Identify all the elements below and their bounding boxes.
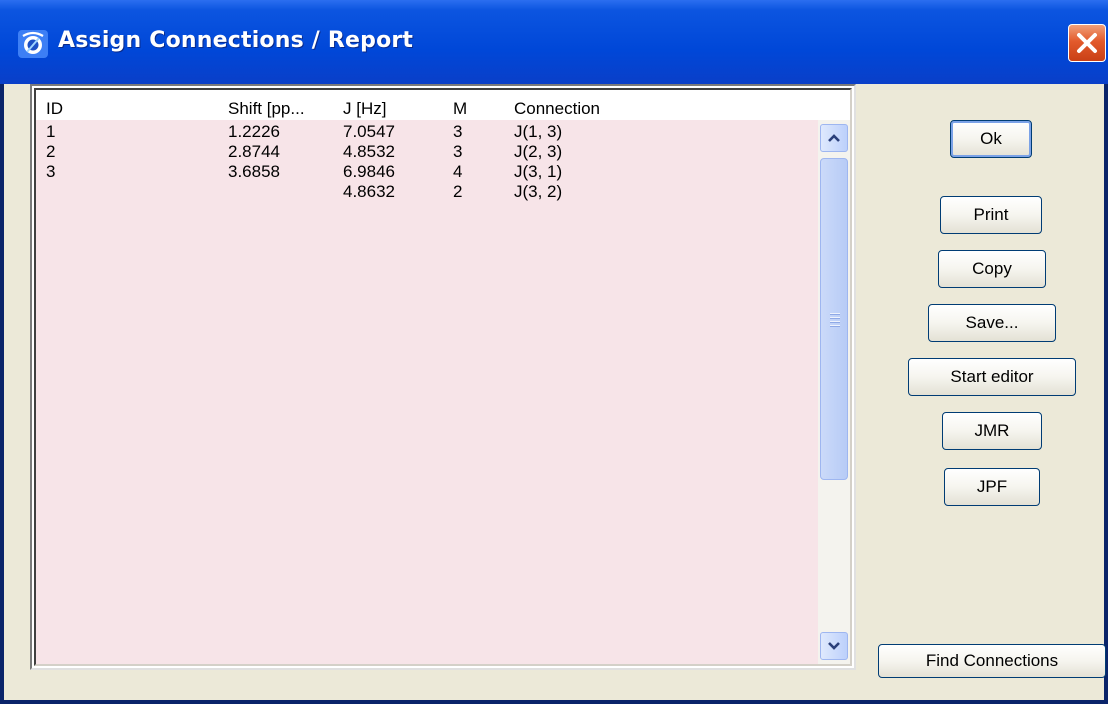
table-header: ID Shift [pp... J [Hz] M Connection <box>36 90 850 120</box>
print-button[interactable]: Print <box>940 196 1042 234</box>
copy-button[interactable]: Copy <box>938 250 1046 288</box>
ok-button[interactable]: Ok <box>950 120 1032 158</box>
chevron-down-icon <box>828 642 840 650</box>
cell-m: 3 <box>453 122 463 141</box>
cell-m: 3 <box>453 142 463 161</box>
cell-id: 2 <box>46 142 56 161</box>
cell-j: 4.8532 <box>343 142 395 161</box>
jpf-button[interactable]: JPF <box>944 468 1040 506</box>
cell-connection: J(3, 2) <box>514 182 563 201</box>
scroll-up-button[interactable] <box>820 124 848 152</box>
cell-id: 1 <box>46 122 56 141</box>
app-icon <box>18 30 48 58</box>
report-table: ID Shift [pp... J [Hz] M Connection 1 1.… <box>30 84 856 670</box>
cell-j: 4.8632 <box>343 182 395 201</box>
column-header-id[interactable]: ID <box>46 99 63 119</box>
cell-connection: J(2, 3) <box>514 142 563 161</box>
grip-icon <box>830 313 840 327</box>
close-button[interactable] <box>1068 24 1106 62</box>
column-header-j[interactable]: J [Hz] <box>343 99 386 119</box>
cell-connection: J(3, 1) <box>514 162 563 181</box>
close-icon <box>1077 33 1097 53</box>
cell-connection: J(1, 3) <box>514 122 563 141</box>
jmr-button[interactable]: JMR <box>942 412 1042 450</box>
dialog-window: Assign Connections / Report ID Shift [pp… <box>0 0 1108 704</box>
dialog-content: ID Shift [pp... J [Hz] M Connection 1 1.… <box>4 84 1106 700</box>
column-header-m[interactable]: M <box>453 99 467 119</box>
chevron-up-icon <box>828 134 840 142</box>
cell-shift: 3.6858 <box>228 162 280 181</box>
column-header-connection[interactable]: Connection <box>514 99 600 119</box>
cell-j: 6.9846 <box>343 162 395 181</box>
cell-id: 3 <box>46 162 56 181</box>
table-frame: ID Shift [pp... J [Hz] M Connection 1 1.… <box>34 88 852 666</box>
vertical-scrollbar[interactable] <box>818 120 850 664</box>
save-button[interactable]: Save... <box>928 304 1056 342</box>
cell-m: 2 <box>453 182 463 201</box>
scroll-thumb[interactable] <box>820 158 848 480</box>
scroll-down-button[interactable] <box>820 632 848 660</box>
cell-j: 7.0547 <box>343 122 395 141</box>
cell-m: 4 <box>453 162 463 181</box>
column-header-shift[interactable]: Shift [pp... <box>228 99 305 119</box>
window-title: Assign Connections / Report <box>58 28 414 53</box>
title-bar[interactable]: Assign Connections / Report <box>0 0 1108 84</box>
start-editor-button[interactable]: Start editor <box>908 358 1076 396</box>
cell-shift: 1.2226 <box>228 122 280 141</box>
cell-shift: 2.8744 <box>228 142 280 161</box>
find-connections-button[interactable]: Find Connections <box>878 644 1106 678</box>
table-body: 1 1.2226 7.0547 3 J(1, 3) 2 2.8744 4.853… <box>36 120 818 664</box>
